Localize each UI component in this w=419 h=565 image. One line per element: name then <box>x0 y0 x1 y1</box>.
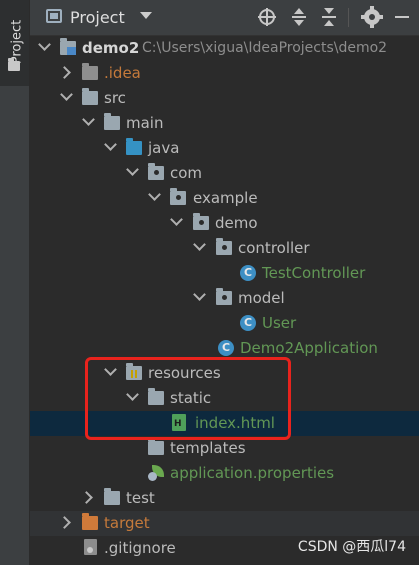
tree-item-label: .idea <box>104 64 141 82</box>
side-tool-strip: Project <box>0 0 30 565</box>
tree-item-label: com <box>170 164 203 182</box>
tree-row-src[interactable]: src <box>30 86 419 111</box>
collapse-arrow-icon[interactable] <box>58 66 71 79</box>
folder-icon <box>8 58 20 71</box>
red-highlight-annotation <box>85 357 291 440</box>
tree-item-label: target <box>104 514 150 532</box>
expand-arrow-icon[interactable] <box>170 213 183 226</box>
tree-item-label: application.properties <box>170 464 335 482</box>
tree-row-idea[interactable]: .idea <box>30 61 419 86</box>
tree-item-label: Demo2Application <box>240 339 378 357</box>
project-panel-header: Project <box>30 0 419 36</box>
spring-properties-icon <box>148 465 164 481</box>
tree-item-label: demo <box>215 214 258 232</box>
locate-icon[interactable] <box>256 6 278 28</box>
tree-row-target[interactable]: target <box>30 511 419 536</box>
expand-arrow-icon[interactable] <box>104 138 117 151</box>
tree-item-label: main <box>126 114 164 132</box>
tree-item-label: example <box>193 189 258 207</box>
folder-icon <box>104 113 120 130</box>
tree-row-example[interactable]: example <box>30 186 419 211</box>
folder-icon <box>104 488 120 505</box>
java-class-icon: C <box>240 265 256 281</box>
folder-icon <box>82 63 98 80</box>
gitignore-file-icon <box>84 539 97 555</box>
tree-item-label: src <box>104 89 126 107</box>
tree-item-label: model <box>238 289 285 307</box>
project-tree: demo2 C:\Users\xigua\IdeaProjects\demo2 … <box>30 35 419 565</box>
tree-row-model[interactable]: model <box>30 286 419 311</box>
module-folder-icon <box>60 38 76 55</box>
package-icon <box>216 238 232 255</box>
folder-icon <box>82 88 98 105</box>
tree-item-label: test <box>126 489 155 507</box>
project-path: C:\Users\xigua\IdeaProjects\demo2 <box>142 40 388 56</box>
tree-row-main[interactable]: main <box>30 111 419 136</box>
collapse-arrow-icon[interactable] <box>80 491 93 504</box>
expand-arrow-icon[interactable] <box>82 113 95 126</box>
tree-row-user[interactable]: C User <box>30 311 419 336</box>
expand-arrow-icon[interactable] <box>193 238 206 251</box>
header-divider <box>348 8 349 27</box>
expand-arrow-icon[interactable] <box>38 38 51 51</box>
tree-row-java[interactable]: java <box>30 136 419 161</box>
tree-item-label: TestController <box>262 264 366 282</box>
tree-item-label: templates <box>170 439 246 457</box>
minimize-icon[interactable] <box>391 6 413 28</box>
package-icon <box>148 163 164 180</box>
tree-row-application-properties[interactable]: application.properties <box>30 461 419 486</box>
package-icon <box>216 288 232 305</box>
expand-all-icon[interactable] <box>288 6 310 28</box>
package-icon <box>193 213 209 230</box>
chevron-down-icon[interactable] <box>140 12 152 19</box>
project-tool-tab[interactable]: Project <box>0 0 29 86</box>
gear-icon[interactable] <box>361 6 383 28</box>
project-view-icon <box>46 9 62 23</box>
tree-row-testcontroller[interactable]: C TestController <box>30 261 419 286</box>
package-icon <box>170 188 186 205</box>
folder-icon <box>148 438 164 455</box>
tree-item-label: controller <box>238 239 310 257</box>
source-root-icon <box>126 138 142 155</box>
tree-row-test[interactable]: test <box>30 486 419 511</box>
tree-item-label: .gitignore <box>104 539 176 557</box>
collapse-all-icon[interactable] <box>318 6 340 28</box>
collapse-arrow-icon[interactable] <box>58 516 71 529</box>
expand-arrow-icon[interactable] <box>126 163 139 176</box>
tree-row-com[interactable]: com <box>30 161 419 186</box>
panel-title[interactable]: Project <box>70 8 125 27</box>
expand-arrow-icon[interactable] <box>60 88 73 101</box>
excluded-folder-icon <box>82 513 98 530</box>
tree-row-demo[interactable]: demo <box>30 211 419 236</box>
java-class-icon: C <box>240 315 256 331</box>
watermark: CSDN @西瓜l74 <box>297 539 406 555</box>
tree-item-label: User <box>262 314 297 332</box>
tree-item-label: demo2 <box>82 39 140 57</box>
tree-row-controller[interactable]: controller <box>30 236 419 261</box>
expand-arrow-icon[interactable] <box>148 188 161 201</box>
tree-row-demo2[interactable]: demo2 C:\Users\xigua\IdeaProjects\demo2 <box>30 36 419 61</box>
spring-boot-class-icon: C <box>218 340 234 356</box>
tree-item-label: java <box>148 139 180 157</box>
expand-arrow-icon[interactable] <box>193 288 206 301</box>
